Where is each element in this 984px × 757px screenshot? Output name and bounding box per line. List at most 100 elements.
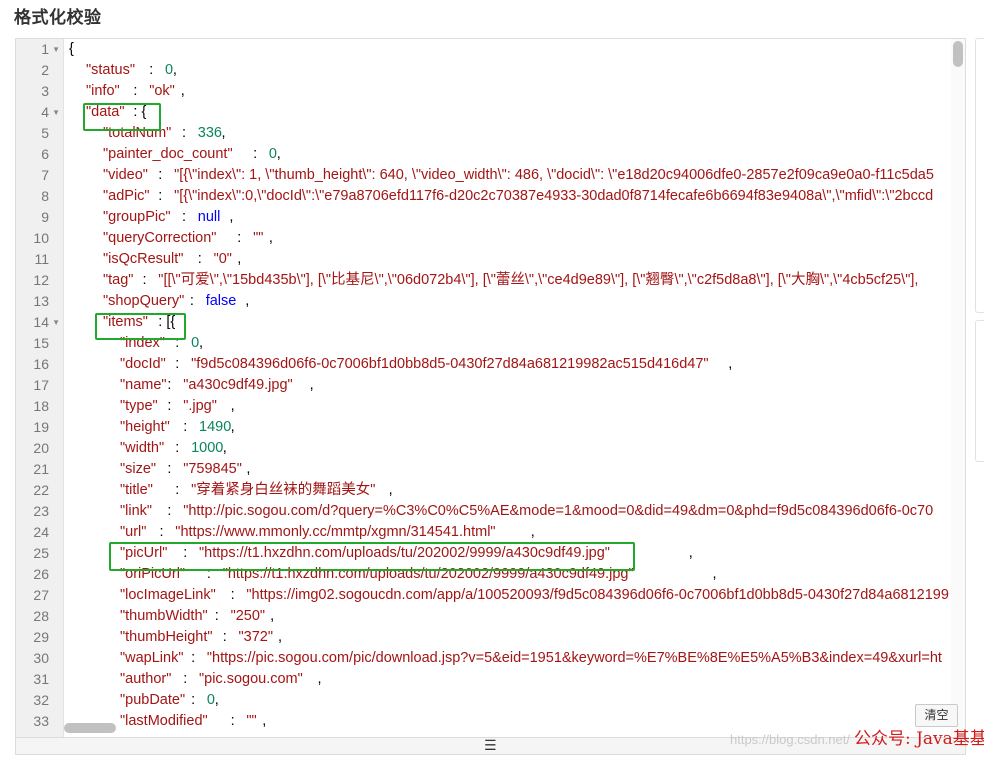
watermark-text: 公众号: Java基基 — [853, 729, 984, 749]
line-number: 26 — [33, 566, 49, 582]
code-token: "status" — [86, 62, 135, 78]
side-panel-top — [975, 38, 984, 313]
gutter-row: 1 ▼ — [16, 39, 63, 60]
line-number: 27 — [33, 587, 49, 603]
code-token: , — [221, 125, 226, 141]
code-line: "totalNum": 336, — [69, 123, 952, 144]
code-token: "lastModified" — [120, 713, 208, 729]
code-token: , — [317, 671, 322, 687]
line-number: 14 — [33, 314, 49, 330]
code-token: "author" — [120, 671, 172, 687]
line-number: 32 — [33, 692, 49, 708]
code-token: 0 — [165, 62, 174, 78]
line-number: 30 — [33, 650, 49, 666]
line-number: 1 — [41, 41, 49, 57]
line-number: 33 — [33, 713, 49, 729]
gutter-row: 17 — [16, 375, 63, 396]
code-line: "groupPic": null, — [69, 207, 952, 228]
code-token: "wapLink" — [120, 650, 184, 666]
code-token: "pubDate" — [120, 692, 186, 708]
code-token: 0 — [191, 335, 200, 351]
code-token: , — [237, 251, 242, 267]
code-token: : — [230, 713, 239, 729]
line-number: 20 — [33, 440, 49, 456]
code-token: "pic.sogou.com" — [199, 671, 303, 687]
gutter-row: 25 — [16, 543, 63, 564]
code-line: "docId": "f9d5c084396d06f6-0c7006bf1d0bb… — [69, 354, 952, 375]
line-number: 10 — [33, 230, 49, 246]
gutter-row: 5 — [16, 123, 63, 144]
code-line: "isQcResult": "0", — [69, 249, 952, 270]
gutter-row: 13 — [16, 291, 63, 312]
vertical-scrollbar-thumb[interactable] — [953, 41, 963, 67]
code-token: { — [69, 41, 74, 57]
code-token: "250" — [230, 608, 266, 624]
code-token: : — [142, 272, 151, 288]
line-number: 31 — [33, 671, 49, 687]
code-token: "https://www.mmonly.cc/mmtp/xgmn/314541.… — [175, 524, 496, 540]
code-token: "0" — [213, 251, 232, 267]
line-number: 23 — [33, 503, 49, 519]
code-token: , — [199, 335, 204, 351]
code-token: 0 — [268, 146, 277, 162]
clear-button[interactable]: 清空 — [915, 704, 958, 727]
code-token: "painter_doc_count" — [103, 146, 233, 162]
gutter-row: 4 ▼ — [16, 102, 63, 123]
line-number: 9 — [41, 209, 49, 225]
code-token: , — [246, 461, 251, 477]
fold-arrow-icon[interactable]: ▼ — [52, 102, 60, 123]
line-number: 6 — [41, 146, 49, 162]
code-token: "https://pic.sogou.com/pic/download.jsp?… — [206, 650, 942, 666]
code-line: "size": "759845", — [69, 459, 952, 480]
code-line: "thumbWidth": "250", — [69, 606, 952, 627]
code-token: : — [159, 524, 168, 540]
code-line: "data": { — [69, 102, 952, 123]
code-token: , — [688, 545, 693, 561]
code-token: "[[\"可爱\",\"15bd435b\"], [\"比基尼\",\"06d0… — [158, 272, 919, 288]
line-number: 22 — [33, 482, 49, 498]
gutter-row: 30 — [16, 648, 63, 669]
gutter-row: 15 — [16, 333, 63, 354]
line-number: 7 — [41, 167, 49, 183]
code-token: 0 — [206, 692, 215, 708]
gutter-row: 26 — [16, 564, 63, 585]
code-token: "tag" — [103, 272, 134, 288]
code-token: : — [182, 125, 191, 141]
line-number: 17 — [33, 377, 49, 393]
code-token: "name" — [120, 377, 167, 393]
highlight-box-data — [83, 103, 161, 131]
code-token: "type" — [120, 398, 158, 414]
watermark: https://blog.csdn.net/公众号: Java基基 — [730, 728, 984, 750]
gutter-row: 29 — [16, 627, 63, 648]
code-token: : — [175, 440, 184, 456]
code-token: , — [309, 377, 314, 393]
line-number: 21 — [33, 461, 49, 477]
code-token: , — [278, 629, 283, 645]
code-token: "info" — [86, 83, 120, 99]
code-token: "thumbHeight" — [120, 629, 213, 645]
code-token: , — [172, 62, 177, 78]
vertical-scrollbar[interactable] — [951, 39, 965, 737]
code-token: : — [237, 230, 246, 246]
code-line: "video": "[{\"index\": 1, \"thumb_height… — [69, 165, 952, 186]
menu-icon[interactable]: ☰ — [484, 739, 497, 754]
gutter-row: 14 ▼ — [16, 312, 63, 333]
code-token: : — [158, 167, 167, 183]
code-token: null — [197, 209, 221, 225]
code-line: "index": 0, — [69, 333, 952, 354]
code-token: : — [167, 398, 176, 414]
json-editor[interactable]: 1 ▼ 2 3 4 ▼ 5 6 7 8 9 10 11 12 13 14 ▼ 15 16 17 18 19 20 21 22 23… — [15, 38, 966, 755]
code-line: "painter_doc_count": 0, — [69, 144, 952, 165]
horizontal-scrollbar-thumb[interactable] — [64, 723, 116, 733]
code-area[interactable]: {"status": 0, "info": "ok", "data": {"tota… — [69, 39, 952, 737]
line-number: 16 — [33, 356, 49, 372]
fold-arrow-icon[interactable]: ▼ — [52, 312, 60, 333]
code-token: : — [167, 503, 176, 519]
line-number: 3 — [41, 83, 49, 99]
code-line: "title": "穿着紧身白丝袜的舞蹈美女", — [69, 480, 952, 501]
code-token: 336 — [197, 125, 222, 141]
code-line: "name": "a430c9df49.jpg", — [69, 375, 952, 396]
highlight-box-picurl — [109, 542, 635, 571]
fold-arrow-icon[interactable]: ▼ — [52, 39, 60, 60]
code-line: "queryCorrection": "", — [69, 228, 952, 249]
